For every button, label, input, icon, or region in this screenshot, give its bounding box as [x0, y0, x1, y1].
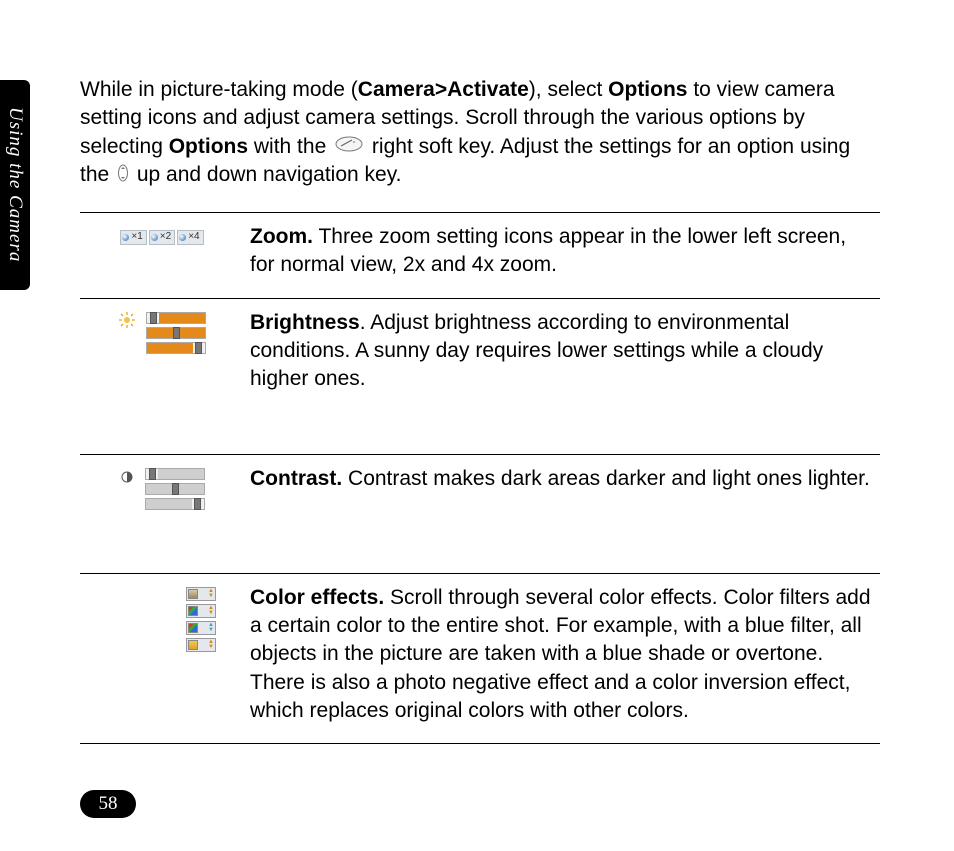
colorfx-chip-2: ▲▼ [186, 604, 216, 618]
zoom-x4-icon: ×4 [177, 230, 203, 245]
page-content: While in picture-taking mode (Camera>Act… [80, 55, 880, 744]
colorfx-chip-3: ▲▼ [186, 621, 216, 635]
contrast-desc: Contrast. Contrast makes dark areas dark… [244, 454, 880, 573]
intro-options-2: Options [169, 135, 248, 158]
intro-breadcrumb: Camera>Activate [358, 78, 529, 101]
colorfx-title: Color effects. [250, 586, 384, 609]
table-row-brightness: Brightness. Adjust brightness according … [80, 298, 880, 454]
colorfx-chip-1: ▲▼ [186, 587, 216, 601]
colorfx-desc: Color effects. Scroll through several co… [244, 573, 880, 744]
contrast-text: Contrast makes dark areas darker and lig… [342, 467, 870, 490]
table-row-zoom: ×1×2×4 Zoom. Three zoom setting icons ap… [80, 212, 880, 298]
brightness-slider-high [146, 342, 206, 354]
table-row-contrast: Contrast. Contrast makes dark areas dark… [80, 454, 880, 573]
colorfx-chip-4: ▲▼ [186, 638, 216, 652]
contrast-slider-stack [145, 465, 205, 513]
zoom-title: Zoom. [250, 225, 313, 248]
zoom-text: Three zoom setting icons appear in the l… [250, 225, 846, 276]
section-tab: Using the Camera [0, 80, 30, 290]
colorfx-icons-cell: ▲▼ ▲▼ ▲▼ ▲▼ [80, 573, 244, 744]
brightness-slider-low [146, 312, 206, 324]
section-tab-label: Using the Camera [4, 107, 26, 262]
colorfx-icon-stack: ▲▼ ▲▼ ▲▼ ▲▼ [186, 584, 216, 655]
zoom-icons-cell: ×1×2×4 [80, 212, 244, 298]
page-number-badge: 58 [80, 790, 136, 818]
brightness-sun-icon [118, 309, 136, 337]
intro-options-1: Options [608, 78, 687, 101]
brightness-title: Brightness [250, 311, 360, 334]
intro-paragraph: While in picture-taking mode (Camera>Act… [80, 76, 880, 190]
brightness-slider-stack [146, 309, 206, 357]
brightness-icons-cell [80, 298, 244, 454]
softkey-icon [334, 133, 364, 161]
zoom-x1-icon: ×1 [120, 230, 146, 245]
contrast-slider-high [145, 498, 205, 510]
contrast-icons-cell [80, 454, 244, 573]
table-row-color-effects: ▲▼ ▲▼ ▲▼ ▲▼ Color effects. Scroll throug… [80, 573, 880, 744]
contrast-slider-low [145, 468, 205, 480]
intro-text: up and down navigation key. [131, 163, 401, 186]
contrast-circle-icon [119, 465, 135, 493]
zoom-x2-icon: ×2 [149, 230, 175, 245]
page-number: 58 [99, 793, 118, 815]
intro-text: ), select [529, 78, 608, 101]
zoom-desc: Zoom. Three zoom setting icons appear in… [244, 212, 880, 298]
contrast-slider-mid [145, 483, 205, 495]
brightness-desc: Brightness. Adjust brightness according … [244, 298, 880, 454]
nav-key-icon [117, 162, 129, 190]
intro-text: with the [248, 135, 332, 158]
intro-text: While in picture-taking mode ( [80, 78, 358, 101]
contrast-title: Contrast. [250, 467, 342, 490]
settings-table: ×1×2×4 Zoom. Three zoom setting icons ap… [80, 212, 880, 744]
brightness-slider-mid [146, 327, 206, 339]
